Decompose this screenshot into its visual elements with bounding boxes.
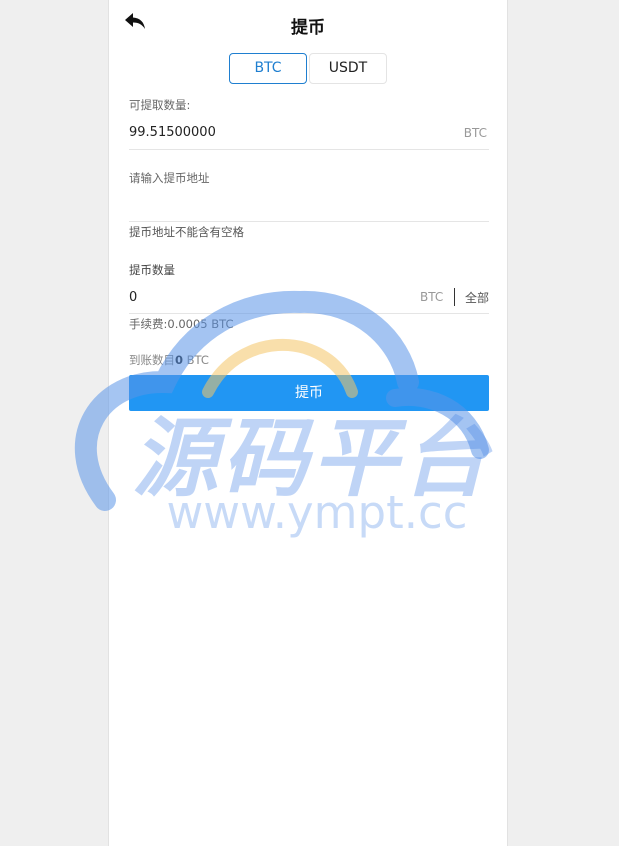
available-label: 可提取数量: (129, 98, 191, 112)
fee-text: 手续费:0.0005 BTC (129, 317, 234, 331)
all-button[interactable]: 全部 (465, 289, 489, 306)
submit-button[interactable]: 提币 (129, 375, 489, 411)
available-unit: BTC (463, 126, 487, 140)
received-unit: BTC (183, 353, 209, 367)
amount-unit: BTC (420, 290, 444, 304)
amount-label: 提币数量 (129, 263, 175, 277)
header: 提币 (109, 0, 507, 50)
address-label: 请输入提币地址 (129, 171, 210, 185)
tab-usdt[interactable]: USDT (309, 53, 387, 84)
page-title: 提币 (291, 18, 325, 38)
divider (129, 313, 489, 314)
received-label: 到账数目 (129, 353, 175, 367)
received-amount: 到账数目0 BTC (129, 352, 209, 368)
withdraw-page: 提币 BTC USDT 可提取数量: 99.51500000 BTC 请输入提币… (108, 0, 508, 846)
received-value: 0 (175, 353, 184, 367)
separator (454, 288, 455, 306)
tab-btc[interactable]: BTC (229, 53, 307, 84)
amount-input[interactable] (129, 286, 389, 308)
address-hint: 提币地址不能含有空格 (129, 225, 244, 239)
divider (129, 149, 489, 150)
address-input[interactable] (129, 192, 489, 218)
available-value: 99.51500000 (129, 125, 216, 140)
divider (129, 221, 489, 222)
